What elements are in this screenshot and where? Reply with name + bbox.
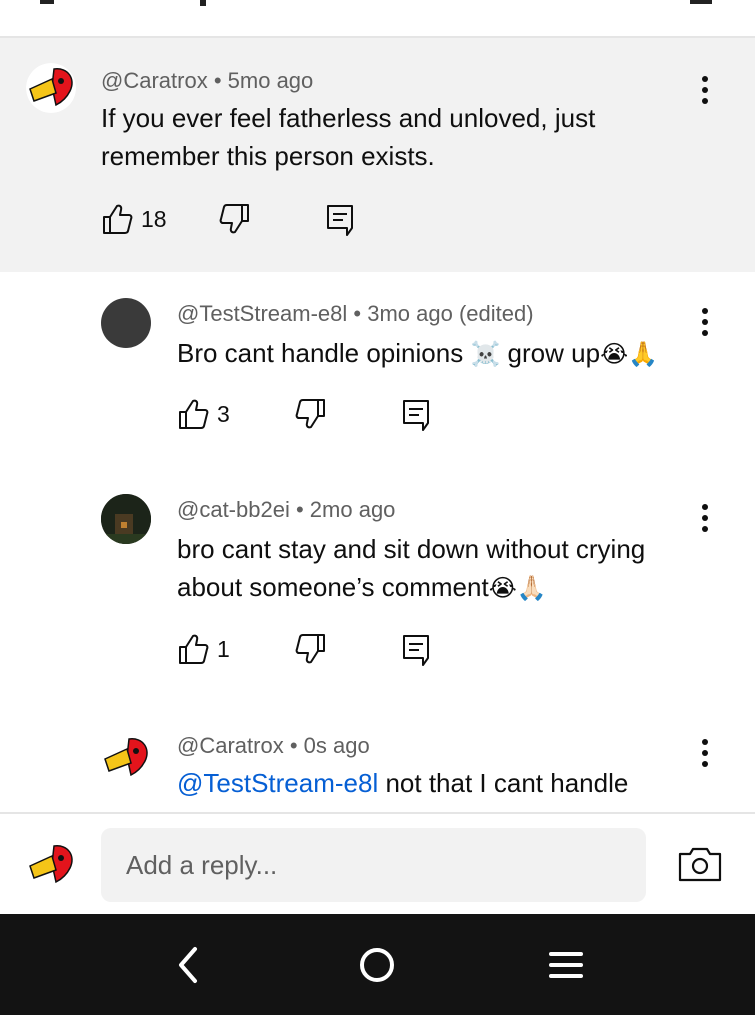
more-options-icon[interactable] xyxy=(693,302,717,342)
dislike-icon xyxy=(219,204,249,234)
reply-button[interactable] xyxy=(401,633,431,667)
comment-meta: @cat-bb2ei • 2mo ago xyxy=(177,497,395,523)
reply-bar: Add a reply... xyxy=(0,812,755,916)
comment-text: bro cant stay and sit down without cryin… xyxy=(177,530,687,607)
dislike-icon xyxy=(295,399,325,429)
comment-author[interactable]: @TestStream-e8l xyxy=(177,301,347,326)
like-button[interactable]: 18 xyxy=(101,203,167,235)
comment-text-part: grow up xyxy=(500,338,601,368)
dislike-icon xyxy=(295,634,325,664)
reply-icon xyxy=(403,400,429,431)
comment-author[interactable]: @Caratrox xyxy=(101,68,208,93)
nav-back-button[interactable] xyxy=(160,942,216,988)
like-button[interactable]: 1 xyxy=(177,633,230,665)
reply-button[interactable] xyxy=(325,203,355,237)
camera-icon xyxy=(678,847,722,882)
crying-praying-emoji: 😭🙏🏻 xyxy=(488,574,547,602)
comment-text: If you ever feel fatherless and unloved,… xyxy=(101,103,596,171)
like-icon xyxy=(179,399,209,429)
comment-text: Bro cant handle opinions ☠️ grow up😭🙏 xyxy=(177,334,697,373)
dislike-button[interactable] xyxy=(219,203,251,235)
crying-praying-emoji: 😭🙏 xyxy=(600,340,658,368)
comment-meta: @Caratrox • 5mo ago xyxy=(101,68,313,94)
dislike-button[interactable] xyxy=(295,633,327,665)
parent-comment: @Caratrox • 5mo ago If you ever feel fat… xyxy=(0,38,755,272)
bird-avatar-icon xyxy=(101,733,151,783)
close-fragment-icon[interactable] xyxy=(690,0,712,4)
comment-time: 3mo ago (edited) xyxy=(367,301,534,326)
reply-comment: @cat-bb2ei • 2mo ago bro cant stay and s… xyxy=(0,468,755,700)
meta-separator: • xyxy=(289,733,304,758)
dislike-button[interactable] xyxy=(295,398,327,430)
nav-home-icon xyxy=(360,948,394,982)
like-count: 1 xyxy=(217,635,230,662)
user-avatar xyxy=(26,840,76,890)
comment-actions: 1 xyxy=(177,633,457,673)
comment-text-part: Bro cant handle opinions xyxy=(177,338,464,368)
nav-back-icon xyxy=(179,947,197,983)
avatar[interactable] xyxy=(101,733,151,783)
bird-avatar-icon xyxy=(26,840,76,890)
comment-text: @TestStream-e8l not that I cant handle xyxy=(177,764,697,802)
system-nav-bar xyxy=(0,914,755,1015)
camera-button[interactable] xyxy=(678,846,722,887)
title-fragment xyxy=(200,0,206,6)
meta-separator: • xyxy=(353,301,368,326)
comment-actions: 3 xyxy=(177,398,457,438)
comment-text-part: bro cant stay and sit down without cryin… xyxy=(177,534,646,602)
reply-input[interactable]: Add a reply... xyxy=(101,828,646,902)
reply-button[interactable] xyxy=(401,398,431,432)
comment-text-part: not that I cant handle xyxy=(378,768,629,798)
like-count: 3 xyxy=(217,400,230,427)
comment-actions: 18 xyxy=(101,203,401,243)
reply-comment: @Caratrox • 0s ago @TestStream-e8l not t… xyxy=(0,700,755,812)
comment-author[interactable]: @Caratrox xyxy=(177,733,284,758)
like-button[interactable]: 3 xyxy=(177,398,230,430)
reply-icon xyxy=(327,205,353,236)
nav-home-button[interactable] xyxy=(349,942,405,988)
comment-meta: @TestStream-e8l • 3mo ago (edited) xyxy=(177,301,534,327)
reply-icon xyxy=(403,635,429,666)
like-icon xyxy=(103,204,133,234)
like-count: 18 xyxy=(141,205,167,232)
avatar[interactable] xyxy=(101,298,151,348)
comment-time: 2mo ago xyxy=(309,497,396,522)
bird-avatar-icon xyxy=(26,63,76,113)
more-options-icon[interactable] xyxy=(693,70,717,110)
avatar[interactable] xyxy=(101,494,151,544)
comment-author[interactable]: @cat-bb2ei xyxy=(177,497,290,522)
meta-separator: • xyxy=(213,68,228,93)
comment-meta: @Caratrox • 0s ago xyxy=(177,733,370,759)
avatar[interactable] xyxy=(26,63,76,113)
header-bar xyxy=(0,0,755,38)
dark-scene-avatar-icon xyxy=(101,494,151,544)
back-arrow-fragment-icon[interactable] xyxy=(40,0,54,4)
meta-separator: • xyxy=(295,497,310,522)
mention-link[interactable]: @TestStream-e8l xyxy=(177,768,378,798)
nav-recents-button[interactable] xyxy=(538,942,594,988)
comment-time: 0s ago xyxy=(303,733,370,758)
comment-time: 5mo ago xyxy=(227,68,314,93)
more-options-icon[interactable] xyxy=(693,498,717,538)
nav-recents-icon xyxy=(549,952,583,978)
skull-emoji: ☠️ xyxy=(470,340,501,368)
like-icon xyxy=(179,634,209,664)
reply-comment: @TestStream-e8l • 3mo ago (edited) Bro c… xyxy=(0,272,755,468)
more-options-icon[interactable] xyxy=(693,733,717,773)
